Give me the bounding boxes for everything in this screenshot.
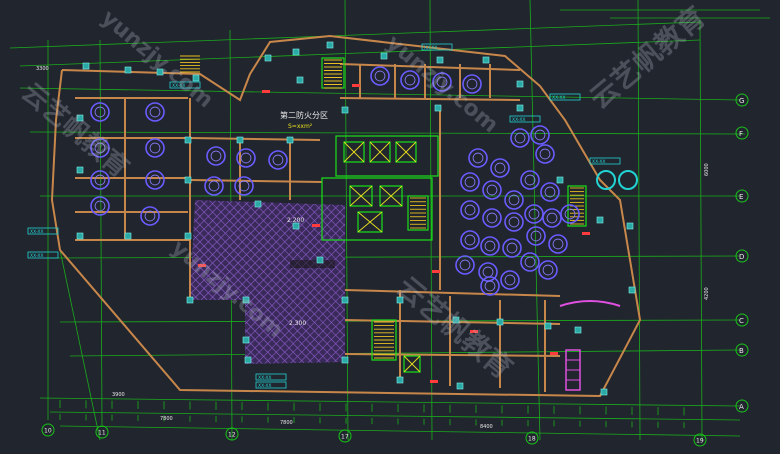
room-tag-text: XX-XX (30, 253, 44, 259)
column (574, 326, 582, 334)
column (482, 56, 490, 64)
dim-label: 4200 (704, 287, 710, 300)
column (396, 376, 404, 384)
axis-number: 10 (44, 428, 52, 435)
column (600, 388, 608, 396)
room-tag-text: XX-XX (552, 95, 566, 101)
axis-letter: G (739, 97, 744, 105)
column (544, 322, 552, 330)
room-tag-text: XX-XX (424, 45, 438, 51)
column (556, 176, 564, 184)
dim-label: 8400 (480, 424, 493, 430)
column (380, 52, 388, 60)
column (82, 62, 90, 70)
red-marker (582, 232, 590, 235)
drawing-background (0, 0, 780, 450)
column (242, 336, 250, 344)
column (434, 104, 442, 112)
dim-label: 3300 (36, 66, 49, 72)
column (316, 256, 324, 264)
column (124, 232, 132, 240)
room-tag-text: XX-XX (258, 375, 272, 381)
room-tag-text: XX-XX (258, 383, 272, 389)
column (456, 382, 464, 390)
floor-plan-drawing: XX-XX XX-XX XX-XX XX-XX XX-XX XX-XX XX-XX XX-XX… (0, 0, 780, 450)
axis-number: 17 (341, 434, 349, 441)
column (244, 356, 252, 364)
cad-canvas[interactable]: XX-XX XX-XX XX-XX XX-XX XX-XX XX-XX XX-XX XX-XX… (0, 0, 780, 450)
dim-label: 7800 (160, 416, 173, 422)
column (184, 136, 192, 144)
column (341, 356, 349, 364)
axis-letter: A (739, 403, 744, 411)
axis-letter: E (739, 193, 743, 201)
zone-area: S=xxm² (288, 123, 313, 130)
dim-label: 6000 (704, 163, 710, 176)
axis-number: 12 (228, 432, 236, 439)
column (341, 296, 349, 304)
room-tag-text: XX-XX (30, 229, 44, 235)
column (76, 166, 84, 174)
column (626, 222, 634, 230)
column (496, 318, 504, 326)
column (186, 296, 194, 304)
red-marker (312, 224, 320, 227)
axis-number: 11 (98, 430, 106, 437)
axis-letter: F (739, 130, 743, 138)
column (516, 104, 524, 112)
column (76, 232, 84, 240)
red-marker (430, 380, 438, 383)
axis-letter: B (739, 347, 744, 355)
red-marker (550, 352, 558, 355)
zone-label: 第二防火分区 (280, 110, 328, 120)
column (296, 76, 304, 84)
column (516, 80, 524, 88)
column (341, 106, 349, 114)
red-marker (432, 270, 440, 273)
room-tag-text: XX-XX (512, 117, 526, 123)
column (236, 136, 244, 144)
column (292, 48, 300, 56)
column (628, 286, 636, 294)
axis-number: 19 (696, 438, 704, 445)
column (436, 56, 444, 64)
red-marker (352, 84, 360, 87)
room-code-1: 2.200 (287, 217, 304, 224)
column (184, 176, 192, 184)
axis-letter: C (739, 317, 744, 325)
red-marker (262, 90, 270, 93)
column (286, 136, 294, 144)
column (254, 200, 262, 208)
column (326, 41, 334, 49)
column (596, 216, 604, 224)
column (264, 54, 272, 62)
axis-number: 18 (528, 436, 536, 443)
column (124, 66, 132, 74)
dim-label: 3900 (112, 392, 125, 398)
room-tag-text: XX-XX (592, 159, 606, 165)
dim-label: 7800 (280, 420, 293, 426)
axis-letter: D (739, 253, 744, 261)
room-code-2: 2.300 (289, 320, 306, 327)
